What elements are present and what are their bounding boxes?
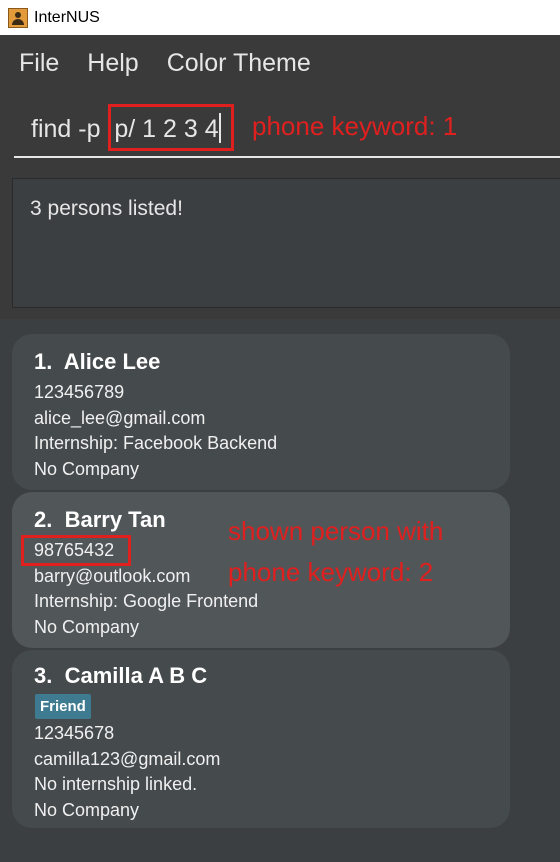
command-underline bbox=[14, 156, 560, 158]
menu-help[interactable]: Help bbox=[87, 49, 138, 78]
person-card[interactable]: 1. Alice Lee 123456789 alice_lee@gmail.c… bbox=[12, 334, 510, 490]
app-icon bbox=[8, 7, 28, 28]
person-name: 1. Alice Lee bbox=[34, 349, 161, 374]
person-phone: 123456789 bbox=[34, 382, 125, 402]
menu-color-theme[interactable]: Color Theme bbox=[167, 49, 311, 78]
result-message: 3 persons listed! bbox=[30, 197, 183, 220]
tag-badge: Friend bbox=[35, 694, 91, 719]
person-internship: Internship: Google Frontend bbox=[34, 591, 259, 611]
command-keyword-highlight bbox=[108, 104, 234, 151]
result-display-area: 3 persons listed! bbox=[0, 171, 560, 319]
person-name: 2. Barry Tan bbox=[34, 507, 166, 532]
person-card[interactable]: 3. Camilla A B C Friend 12345678 camilla… bbox=[12, 650, 510, 828]
result-display: 3 persons listed! bbox=[12, 178, 560, 308]
person-name: 3. Camilla A B C bbox=[34, 663, 208, 688]
window-title: InterNUS bbox=[34, 8, 100, 26]
person-phone: 12345678 bbox=[34, 723, 115, 743]
card-annotation-line2: phone keyword: 2 bbox=[228, 557, 434, 587]
person-email: barry@outlook.com bbox=[34, 566, 191, 586]
person-internship: Internship: Facebook Backend bbox=[34, 433, 278, 453]
person-email: alice_lee@gmail.com bbox=[34, 408, 206, 428]
card-annotation-line1: shown person with bbox=[228, 516, 444, 546]
person-company: No Company bbox=[34, 800, 140, 820]
person-email: camilla123@gmail.com bbox=[34, 749, 221, 769]
person-internship: No internship linked. bbox=[34, 774, 198, 794]
title-bar: InterNUS bbox=[0, 0, 560, 35]
person-company: No Company bbox=[34, 459, 140, 479]
menu-file[interactable]: File bbox=[19, 49, 59, 78]
menu-bar: File Help Color Theme bbox=[0, 35, 560, 91]
command-annotation: phone keyword: 1 bbox=[252, 111, 458, 141]
phone-highlight bbox=[21, 535, 131, 566]
person-company: No Company bbox=[34, 617, 140, 637]
